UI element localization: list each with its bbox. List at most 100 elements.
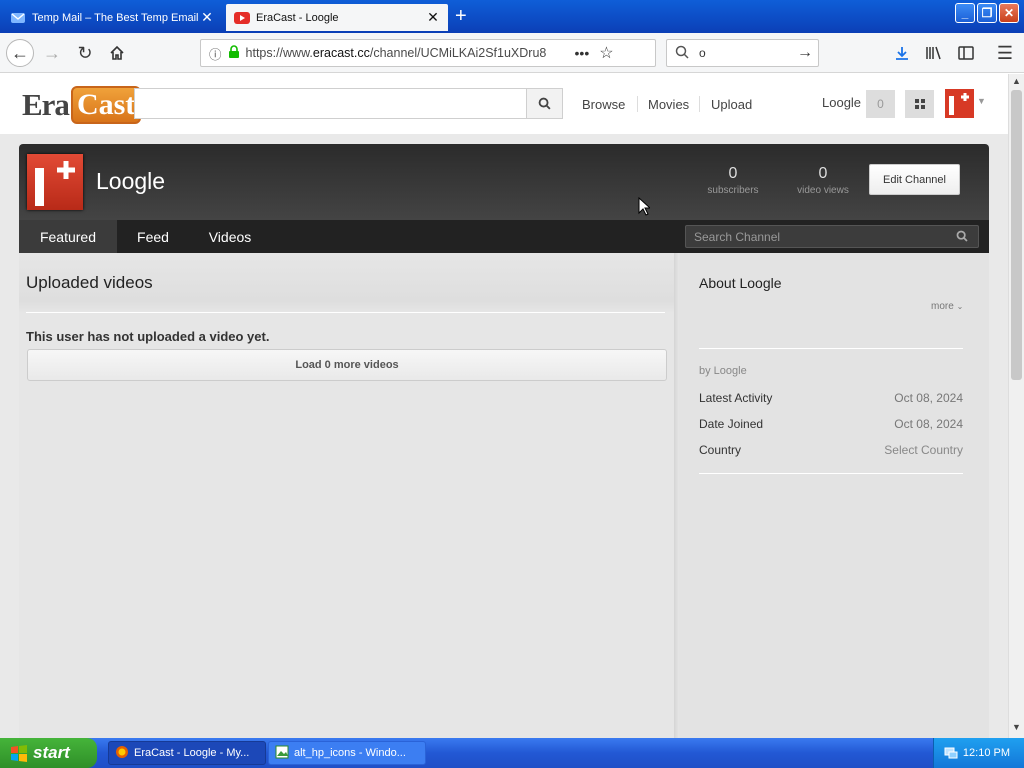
search-icon	[538, 97, 551, 110]
home-icon[interactable]	[103, 39, 131, 67]
about-divider	[699, 348, 963, 349]
views-label: video views	[797, 185, 849, 196]
tab-featured[interactable]: Featured	[19, 220, 117, 253]
nav-movies-link[interactable]: Movies	[648, 97, 689, 112]
info-value: Oct 08, 2024	[894, 417, 963, 431]
loogle-logo-icon	[945, 89, 974, 118]
uploads-heading: Uploaded videos	[26, 273, 153, 292]
windows-taskbar: start EraCast - Loogle - My... alt_hp_ic…	[0, 738, 1024, 768]
user-name-link[interactable]: Loogle	[822, 95, 861, 110]
mail-icon	[10, 10, 26, 26]
scrollbar-thumb[interactable]	[1011, 90, 1022, 380]
nav-upload-link[interactable]: Upload	[711, 97, 752, 112]
channel-search-placeholder: Search Channel	[694, 230, 781, 244]
search-icon[interactable]	[956, 230, 968, 245]
loogle-logo-icon	[27, 154, 83, 210]
tab-eracast[interactable]: EraCast - Loogle ✕	[226, 4, 448, 31]
tab-temp-mail[interactable]: Temp Mail – The Best Temp Email S ✕	[2, 4, 222, 31]
windows-logo-icon	[11, 745, 27, 762]
maximize-icon[interactable]: ❐	[977, 3, 997, 23]
back-arrow-icon[interactable]: ←	[6, 39, 34, 67]
subscribers-label: subscribers	[707, 185, 759, 196]
network-icon[interactable]	[944, 746, 958, 763]
new-tab-icon[interactable]: +	[455, 6, 467, 26]
about-by-line: by Loogle	[699, 365, 747, 377]
close-tab-icon[interactable]: ✕	[426, 9, 440, 26]
close-window-icon[interactable]: ✕	[999, 3, 1019, 23]
tab-feed[interactable]: Feed	[119, 220, 187, 253]
go-arrow-icon[interactable]: →	[797, 44, 813, 62]
notification-count[interactable]: 0	[866, 90, 895, 118]
info-row-date-joined: Date Joined Oct 08, 2024	[699, 417, 963, 431]
about-heading: About Loogle	[699, 275, 782, 291]
country-select-link[interactable]: Select Country	[884, 443, 963, 457]
about-bottom-divider	[699, 473, 963, 474]
uploads-divider	[26, 312, 665, 313]
info-icon[interactable]: ⓘ	[209, 44, 222, 63]
subscribers-count: 0	[728, 165, 738, 182]
info-row-latest-activity: Latest Activity Oct 08, 2024	[699, 391, 963, 405]
info-label: Date Joined	[699, 417, 764, 431]
edit-channel-button[interactable]: Edit Channel	[869, 164, 960, 195]
channel-tabs: Featured Feed Videos Search Channel	[19, 220, 989, 253]
site-search-button[interactable]	[526, 88, 563, 119]
search-icon	[675, 45, 689, 62]
views-count: 0	[818, 165, 828, 182]
tab-videos[interactable]: Videos	[195, 220, 265, 253]
browser-toolbar: ← → ↻ ⓘ https://www.eracast.cc/channel/U…	[0, 33, 1024, 73]
page-actions-icon[interactable]: •••	[575, 45, 590, 61]
video-play-icon	[234, 10, 250, 26]
scroll-up-icon[interactable]: ▲	[1012, 76, 1021, 86]
menu-icon[interactable]: ☰	[991, 39, 1019, 67]
browser-search-box[interactable]: o →	[666, 39, 819, 67]
url-text[interactable]: https://www.eracast.cc/channel/UCMiLKAi2…	[246, 46, 561, 60]
info-row-country: Country Select Country	[699, 443, 963, 457]
download-icon[interactable]	[888, 39, 916, 67]
site-header: Era Cast Browse Movies Upload Loogle 0 ▼	[0, 74, 1008, 134]
channel-name: Loogle	[96, 168, 166, 194]
chevron-down-icon: ⌄	[956, 302, 964, 311]
forward-arrow-icon[interactable]: →	[38, 39, 66, 67]
uploads-section: Uploaded videos This user has not upload…	[19, 253, 676, 738]
channel-search-input[interactable]: Search Channel	[685, 225, 979, 248]
empty-uploads-message: This user has not uploaded a video yet.	[26, 329, 270, 344]
close-tab-icon[interactable]: ✕	[200, 9, 214, 26]
image-file-icon	[275, 745, 289, 762]
taskbar-item-explorer[interactable]: alt_hp_icons - Windo...	[268, 741, 426, 765]
about-section: About Loogle more ⌄ by Loogle Latest Act…	[679, 253, 989, 738]
web-page: Era Cast Browse Movies Upload Loogle 0 ▼ …	[0, 74, 1008, 738]
nav-browse-link[interactable]: Browse	[582, 97, 625, 112]
info-label: Latest Activity	[699, 391, 773, 405]
chevron-down-icon[interactable]: ▼	[977, 96, 986, 106]
bookmark-star-icon[interactable]: ☆	[599, 43, 613, 63]
taskbar-item-eracast[interactable]: EraCast - Loogle - My...	[108, 741, 266, 765]
vertical-scrollbar[interactable]: ▲ ▼	[1008, 74, 1024, 738]
clock: 12:10 PM	[962, 747, 1010, 759]
library-icon[interactable]	[920, 39, 948, 67]
tab-title: EraCast - Loogle	[256, 11, 339, 24]
info-value: Oct 08, 2024	[894, 391, 963, 405]
info-label: Country	[699, 443, 742, 457]
search-value: o	[699, 46, 706, 60]
load-more-button[interactable]: Load 0 more videos	[27, 349, 667, 381]
nav-divider	[637, 96, 638, 112]
user-avatar[interactable]	[945, 89, 974, 118]
sidebar-icon[interactable]	[952, 39, 980, 67]
url-bar[interactable]: ⓘ https://www.eracast.cc/channel/UCMiLKA…	[200, 39, 656, 67]
minimize-icon[interactable]: _	[955, 3, 975, 23]
more-link[interactable]: more ⌄	[931, 301, 963, 312]
browser-tab-strip: Temp Mail – The Best Temp Email S ✕ EraC…	[0, 0, 1024, 33]
site-search-input[interactable]	[134, 88, 527, 119]
scroll-down-icon[interactable]: ▼	[1012, 722, 1021, 732]
nav-divider	[699, 96, 700, 112]
lock-icon	[228, 44, 240, 62]
grid-icon[interactable]	[905, 90, 934, 118]
tab-title: Temp Mail – The Best Temp Email S	[32, 11, 200, 24]
system-tray: 12:10 PM	[933, 738, 1024, 768]
mouse-cursor-icon	[638, 197, 650, 216]
start-button[interactable]: start	[0, 738, 97, 768]
eracast-logo[interactable]: Era Cast	[22, 84, 142, 126]
channel-avatar[interactable]	[27, 154, 83, 210]
reload-icon[interactable]: ↻	[71, 39, 99, 67]
channel-container: Loogle 0 subscribers 0 video views Edit …	[19, 144, 989, 738]
